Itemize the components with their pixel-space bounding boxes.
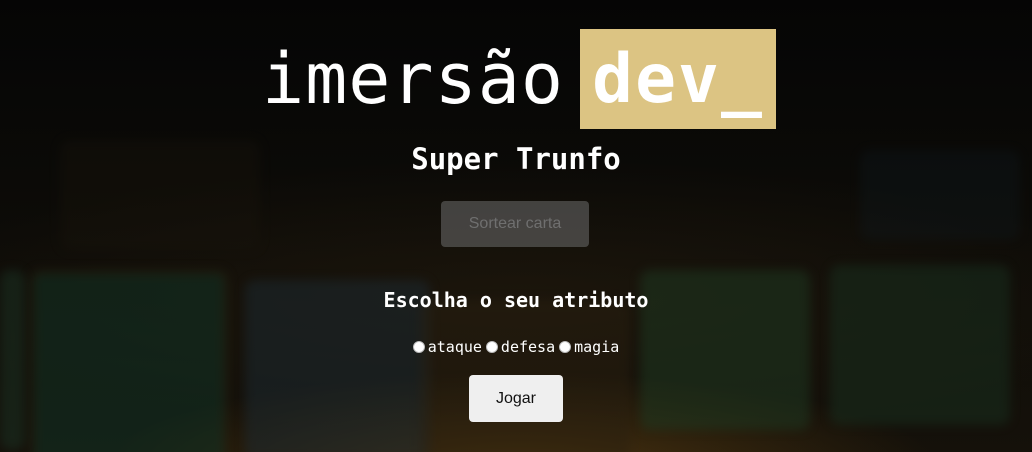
radio-option-magia[interactable]: magia (559, 338, 619, 356)
logo-dev-box: dev_ (580, 29, 777, 129)
radio-option-defesa[interactable]: defesa (485, 338, 555, 356)
main-content: imersão dev_ Super Trunfo Sortear carta … (0, 0, 1032, 452)
radio-label-defesa[interactable]: defesa (501, 338, 555, 356)
imersao-dev-logo: imersão dev_ (262, 29, 777, 129)
radio-label-magia[interactable]: magia (574, 338, 619, 356)
draw-card-button[interactable]: Sortear carta (441, 201, 589, 247)
radio-option-ataque[interactable]: ataque (412, 338, 482, 356)
radio-defesa[interactable] (485, 341, 498, 353)
radio-ataque[interactable] (412, 341, 425, 353)
radio-label-ataque[interactable]: ataque (428, 338, 482, 356)
page-title: Super Trunfo (411, 142, 621, 176)
play-button[interactable]: Jogar (469, 375, 563, 422)
logo-word: imersão (262, 38, 565, 120)
attribute-heading: Escolha o seu atributo (383, 288, 649, 312)
attribute-radio-group: ataque defesa magia (0, 338, 1032, 356)
radio-magia[interactable] (559, 341, 572, 353)
